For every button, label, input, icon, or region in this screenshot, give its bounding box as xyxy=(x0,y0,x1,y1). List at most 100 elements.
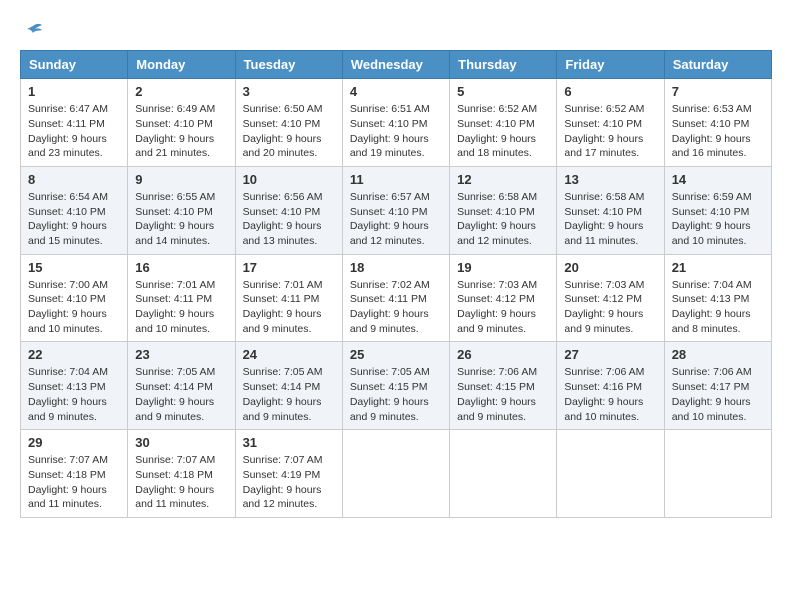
day-cell: 24 Sunrise: 7:05 AM Sunset: 4:14 PM Dayl… xyxy=(235,342,342,430)
day-info: Sunrise: 7:07 AM Sunset: 4:19 PM Dayligh… xyxy=(243,453,335,512)
day-cell: 4 Sunrise: 6:51 AM Sunset: 4:10 PM Dayli… xyxy=(342,79,449,167)
day-info: Sunrise: 7:06 AM Sunset: 4:15 PM Dayligh… xyxy=(457,365,549,424)
sunset-label: Sunset: 4:13 PM xyxy=(672,293,750,305)
sunset-label: Sunset: 4:11 PM xyxy=(135,293,212,305)
logo xyxy=(20,20,44,42)
day-cell xyxy=(557,430,664,518)
daylight-label: Daylight: 9 hours and 11 minutes. xyxy=(564,220,643,247)
daylight-label: Daylight: 9 hours and 21 minutes. xyxy=(135,133,214,160)
sunset-label: Sunset: 4:10 PM xyxy=(457,118,535,130)
daylight-label: Daylight: 9 hours and 15 minutes. xyxy=(28,220,107,247)
day-number: 29 xyxy=(28,435,120,450)
header-tuesday: Tuesday xyxy=(235,51,342,79)
day-info: Sunrise: 7:04 AM Sunset: 4:13 PM Dayligh… xyxy=(28,365,120,424)
day-number: 8 xyxy=(28,172,120,187)
day-number: 7 xyxy=(672,84,764,99)
day-cell: 12 Sunrise: 6:58 AM Sunset: 4:10 PM Dayl… xyxy=(450,166,557,254)
daylight-label: Daylight: 9 hours and 10 minutes. xyxy=(564,396,643,423)
sunrise-label: Sunrise: 7:02 AM xyxy=(350,279,430,291)
sunrise-label: Sunrise: 7:00 AM xyxy=(28,279,108,291)
day-info: Sunrise: 7:07 AM Sunset: 4:18 PM Dayligh… xyxy=(28,453,120,512)
day-info: Sunrise: 6:53 AM Sunset: 4:10 PM Dayligh… xyxy=(672,102,764,161)
sunrise-label: Sunrise: 6:58 AM xyxy=(457,191,537,203)
sunrise-label: Sunrise: 6:47 AM xyxy=(28,103,108,115)
day-cell: 29 Sunrise: 7:07 AM Sunset: 4:18 PM Dayl… xyxy=(21,430,128,518)
day-number: 25 xyxy=(350,347,442,362)
header-saturday: Saturday xyxy=(664,51,771,79)
page-header xyxy=(20,20,772,42)
daylight-label: Daylight: 9 hours and 11 minutes. xyxy=(28,484,107,511)
daylight-label: Daylight: 9 hours and 9 minutes. xyxy=(350,396,429,423)
sunset-label: Sunset: 4:11 PM xyxy=(243,293,320,305)
sunset-label: Sunset: 4:10 PM xyxy=(28,206,106,218)
header-friday: Friday xyxy=(557,51,664,79)
logo-bird-icon xyxy=(22,23,44,43)
sunset-label: Sunset: 4:14 PM xyxy=(135,381,213,393)
sunset-label: Sunset: 4:11 PM xyxy=(28,118,105,130)
day-info: Sunrise: 7:03 AM Sunset: 4:12 PM Dayligh… xyxy=(457,278,549,337)
sunrise-label: Sunrise: 7:01 AM xyxy=(135,279,215,291)
daylight-label: Daylight: 9 hours and 13 minutes. xyxy=(243,220,322,247)
sunrise-label: Sunrise: 7:05 AM xyxy=(243,366,323,378)
sunrise-label: Sunrise: 7:01 AM xyxy=(243,279,323,291)
day-number: 22 xyxy=(28,347,120,362)
daylight-label: Daylight: 9 hours and 9 minutes. xyxy=(243,396,322,423)
calendar-table: SundayMondayTuesdayWednesdayThursdayFrid… xyxy=(20,50,772,518)
daylight-label: Daylight: 9 hours and 12 minutes. xyxy=(243,484,322,511)
sunrise-label: Sunrise: 6:53 AM xyxy=(672,103,752,115)
day-info: Sunrise: 7:03 AM Sunset: 4:12 PM Dayligh… xyxy=(564,278,656,337)
day-info: Sunrise: 6:55 AM Sunset: 4:10 PM Dayligh… xyxy=(135,190,227,249)
day-cell: 23 Sunrise: 7:05 AM Sunset: 4:14 PM Dayl… xyxy=(128,342,235,430)
daylight-label: Daylight: 9 hours and 23 minutes. xyxy=(28,133,107,160)
day-info: Sunrise: 6:58 AM Sunset: 4:10 PM Dayligh… xyxy=(564,190,656,249)
sunrise-label: Sunrise: 7:05 AM xyxy=(350,366,430,378)
daylight-label: Daylight: 9 hours and 18 minutes. xyxy=(457,133,536,160)
day-number: 6 xyxy=(564,84,656,99)
sunset-label: Sunset: 4:10 PM xyxy=(135,118,213,130)
daylight-label: Daylight: 9 hours and 10 minutes. xyxy=(672,396,751,423)
sunrise-label: Sunrise: 7:06 AM xyxy=(564,366,644,378)
daylight-label: Daylight: 9 hours and 9 minutes. xyxy=(457,308,536,335)
sunset-label: Sunset: 4:12 PM xyxy=(564,293,642,305)
sunset-label: Sunset: 4:10 PM xyxy=(457,206,535,218)
sunset-label: Sunset: 4:11 PM xyxy=(350,293,427,305)
day-cell: 26 Sunrise: 7:06 AM Sunset: 4:15 PM Dayl… xyxy=(450,342,557,430)
sunrise-label: Sunrise: 7:06 AM xyxy=(672,366,752,378)
day-info: Sunrise: 7:04 AM Sunset: 4:13 PM Dayligh… xyxy=(672,278,764,337)
sunrise-label: Sunrise: 6:52 AM xyxy=(564,103,644,115)
header-thursday: Thursday xyxy=(450,51,557,79)
day-number: 15 xyxy=(28,260,120,275)
day-cell: 21 Sunrise: 7:04 AM Sunset: 4:13 PM Dayl… xyxy=(664,254,771,342)
day-cell: 19 Sunrise: 7:03 AM Sunset: 4:12 PM Dayl… xyxy=(450,254,557,342)
day-number: 30 xyxy=(135,435,227,450)
sunset-label: Sunset: 4:10 PM xyxy=(243,206,321,218)
header-wednesday: Wednesday xyxy=(342,51,449,79)
header-monday: Monday xyxy=(128,51,235,79)
daylight-label: Daylight: 9 hours and 14 minutes. xyxy=(135,220,214,247)
day-number: 9 xyxy=(135,172,227,187)
sunset-label: Sunset: 4:14 PM xyxy=(243,381,321,393)
day-number: 14 xyxy=(672,172,764,187)
daylight-label: Daylight: 9 hours and 16 minutes. xyxy=(672,133,751,160)
day-info: Sunrise: 7:01 AM Sunset: 4:11 PM Dayligh… xyxy=(135,278,227,337)
day-number: 1 xyxy=(28,84,120,99)
sunrise-label: Sunrise: 7:04 AM xyxy=(28,366,108,378)
day-cell: 11 Sunrise: 6:57 AM Sunset: 4:10 PM Dayl… xyxy=(342,166,449,254)
day-number: 11 xyxy=(350,172,442,187)
day-number: 2 xyxy=(135,84,227,99)
sunset-label: Sunset: 4:10 PM xyxy=(243,118,321,130)
daylight-label: Daylight: 9 hours and 10 minutes. xyxy=(672,220,751,247)
day-info: Sunrise: 6:52 AM Sunset: 4:10 PM Dayligh… xyxy=(564,102,656,161)
day-cell: 20 Sunrise: 7:03 AM Sunset: 4:12 PM Dayl… xyxy=(557,254,664,342)
day-info: Sunrise: 7:05 AM Sunset: 4:14 PM Dayligh… xyxy=(243,365,335,424)
daylight-label: Daylight: 9 hours and 20 minutes. xyxy=(243,133,322,160)
sunset-label: Sunset: 4:10 PM xyxy=(672,206,750,218)
sunset-label: Sunset: 4:16 PM xyxy=(564,381,642,393)
day-cell: 13 Sunrise: 6:58 AM Sunset: 4:10 PM Dayl… xyxy=(557,166,664,254)
day-number: 18 xyxy=(350,260,442,275)
day-number: 13 xyxy=(564,172,656,187)
daylight-label: Daylight: 9 hours and 9 minutes. xyxy=(28,396,107,423)
day-number: 24 xyxy=(243,347,335,362)
day-info: Sunrise: 6:56 AM Sunset: 4:10 PM Dayligh… xyxy=(243,190,335,249)
day-cell: 15 Sunrise: 7:00 AM Sunset: 4:10 PM Dayl… xyxy=(21,254,128,342)
